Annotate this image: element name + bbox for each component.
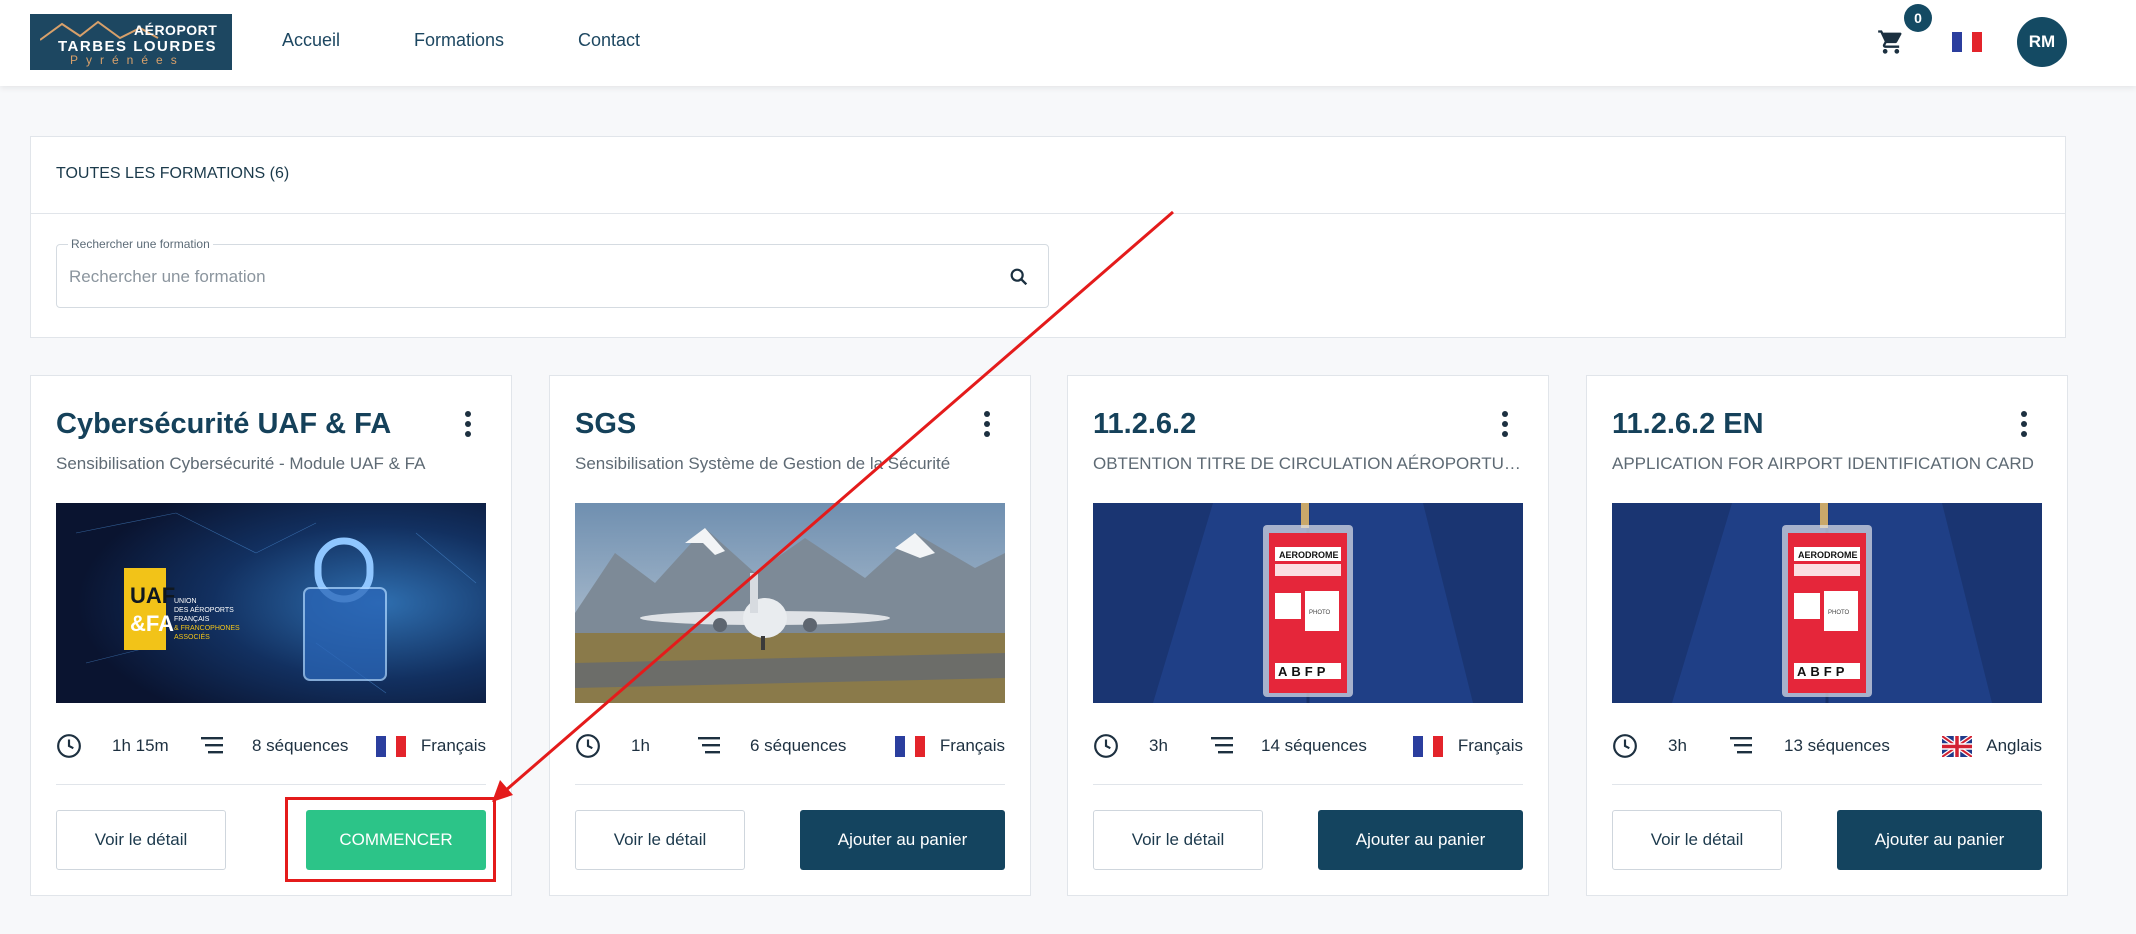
course-title[interactable]: 11.2.6.2 [1093,408,1196,441]
annotation-highlight-box [285,797,496,882]
more-options-icon[interactable] [1500,411,1510,439]
course-card: SGS Sensibilisation Système de Gestion d… [549,375,1031,896]
course-meta: 3h 14 séquences Français [1093,731,1523,761]
badge-letters-text: ABFP [1278,664,1329,679]
uaf-caption-4: & FRANCOPHONES [174,625,240,632]
uaf-logo-text: UAF [130,583,175,608]
nav-accueil[interactable]: Accueil [282,30,340,51]
clock-icon [1094,734,1118,758]
badge-letters-text: ABFP [1797,664,1848,679]
clock-icon [1613,734,1637,758]
more-options-icon[interactable] [982,411,992,439]
uaf-caption-3: FRANÇAIS [174,616,210,623]
logo-line-1: AÉROPORT [134,22,218,38]
uaf-caption-1: UNION [174,598,197,605]
add-to-cart-button[interactable]: Ajouter au panier [1837,810,2042,870]
course-duration: 3h [1668,736,1687,755]
airport-logo[interactable]: AÉROPORT TARBES LOURDES Pyrénées [30,14,232,70]
course-meta: 1h 15m 8 séquences Français [56,731,486,761]
nav-formations[interactable]: Formations [414,30,504,51]
french-flag-icon [376,736,406,757]
badge-photo-text: PHOTO [1309,610,1331,616]
french-flag-icon[interactable] [1952,32,1982,52]
course-subtitle: OBTENTION TITRE DE CIRCULATION AÉROPORTU… [1093,454,1523,473]
panel-title: TOUTES LES FORMATIONS (6) [56,165,290,182]
uaf-caption-5: ASSOCIÉS [174,632,210,641]
badge-header-text: AERODROME [1798,550,1858,560]
logo-line-3: Pyrénées [70,53,185,67]
course-card: 11.2.6.2 EN APPLICATION FOR AIRPORT IDEN… [1586,375,2068,896]
add-to-cart-button[interactable]: Ajouter au panier [1318,810,1523,870]
course-title[interactable]: Cybersécurité UAF & FA [56,408,391,441]
nav-contact[interactable]: Contact [578,30,640,51]
course-language: Anglais [1986,736,2042,755]
uk-flag-icon [1942,736,1972,757]
course-thumbnail: AERODROME PHOTO ABFP [1612,503,2042,703]
search-label: Rechercher une formation [68,237,213,251]
clock-icon [57,734,81,758]
course-thumbnail: UAF &FA UNION DES AÉROPORTS FRANÇAIS & F… [56,503,486,703]
course-language: Français [420,736,486,755]
search-field[interactable]: Rechercher une formation [56,237,1049,308]
course-meta: 3h 13 séquences Anglais [1612,731,2042,761]
french-flag-icon [1413,736,1443,757]
course-language: Français [1457,736,1523,755]
view-detail-button[interactable]: Voir le détail [575,810,745,870]
course-duration: 3h [1149,736,1168,755]
course-subtitle: Sensibilisation Système de Gestion de la… [575,454,951,473]
view-detail-button[interactable]: Voir le détail [1612,810,1782,870]
course-meta: 1h 6 séquences Français [575,731,1005,761]
more-options-icon[interactable] [463,411,473,439]
more-options-icon[interactable] [2019,411,2029,439]
sequences-icon [1730,737,1752,754]
course-thumbnail [575,503,1005,703]
formations-panel: TOUTES LES FORMATIONS (6) Rechercher une… [30,136,2066,338]
view-detail-button[interactable]: Voir le détail [56,810,226,870]
divider [575,784,1005,785]
french-flag-icon [895,736,925,757]
course-card: 11.2.6.2 OBTENTION TITRE DE CIRCULATION … [1067,375,1549,896]
badge-header-text: AERODROME [1279,550,1339,560]
divider [56,784,486,785]
course-duration: 1h 15m [112,736,169,755]
course-sequences: 14 séquences [1261,736,1367,755]
uaf-caption-2: DES AÉROPORTS [174,605,234,614]
course-thumbnail: AERODROME PHOTO ABFP [1093,503,1523,703]
course-sequences: 8 séquences [252,736,349,755]
search-icon[interactable] [1008,266,1030,288]
clock-icon [576,734,600,758]
course-sequences: 6 séquences [750,736,847,755]
fa-logo-text: &FA [130,611,174,636]
add-to-cart-button[interactable]: Ajouter au panier [800,810,1005,870]
badge-photo-text: PHOTO [1828,610,1850,616]
sequences-icon [698,737,720,754]
course-subtitle: APPLICATION FOR AIRPORT IDENTIFICATION C… [1612,454,2034,473]
search-input[interactable] [69,263,969,291]
cart-icon[interactable] [1876,28,1906,56]
divider [31,213,2065,214]
cart-count-badge: 0 [1904,4,1932,32]
sequences-icon [201,737,223,754]
sequences-icon [1211,737,1233,754]
course-sequences: 13 séquences [1784,736,1890,755]
course-subtitle: Sensibilisation Cybersécurité - Module U… [56,454,426,473]
course-title[interactable]: 11.2.6.2 EN [1612,408,1764,441]
course-language: Français [939,736,1005,755]
user-avatar[interactable]: RM [2017,17,2067,67]
course-title[interactable]: SGS [575,408,636,441]
view-detail-button[interactable]: Voir le détail [1093,810,1263,870]
divider [1093,784,1523,785]
divider [1612,784,2042,785]
course-duration: 1h [631,736,650,755]
top-bar: AÉROPORT TARBES LOURDES Pyrénées Accueil… [0,0,2136,86]
